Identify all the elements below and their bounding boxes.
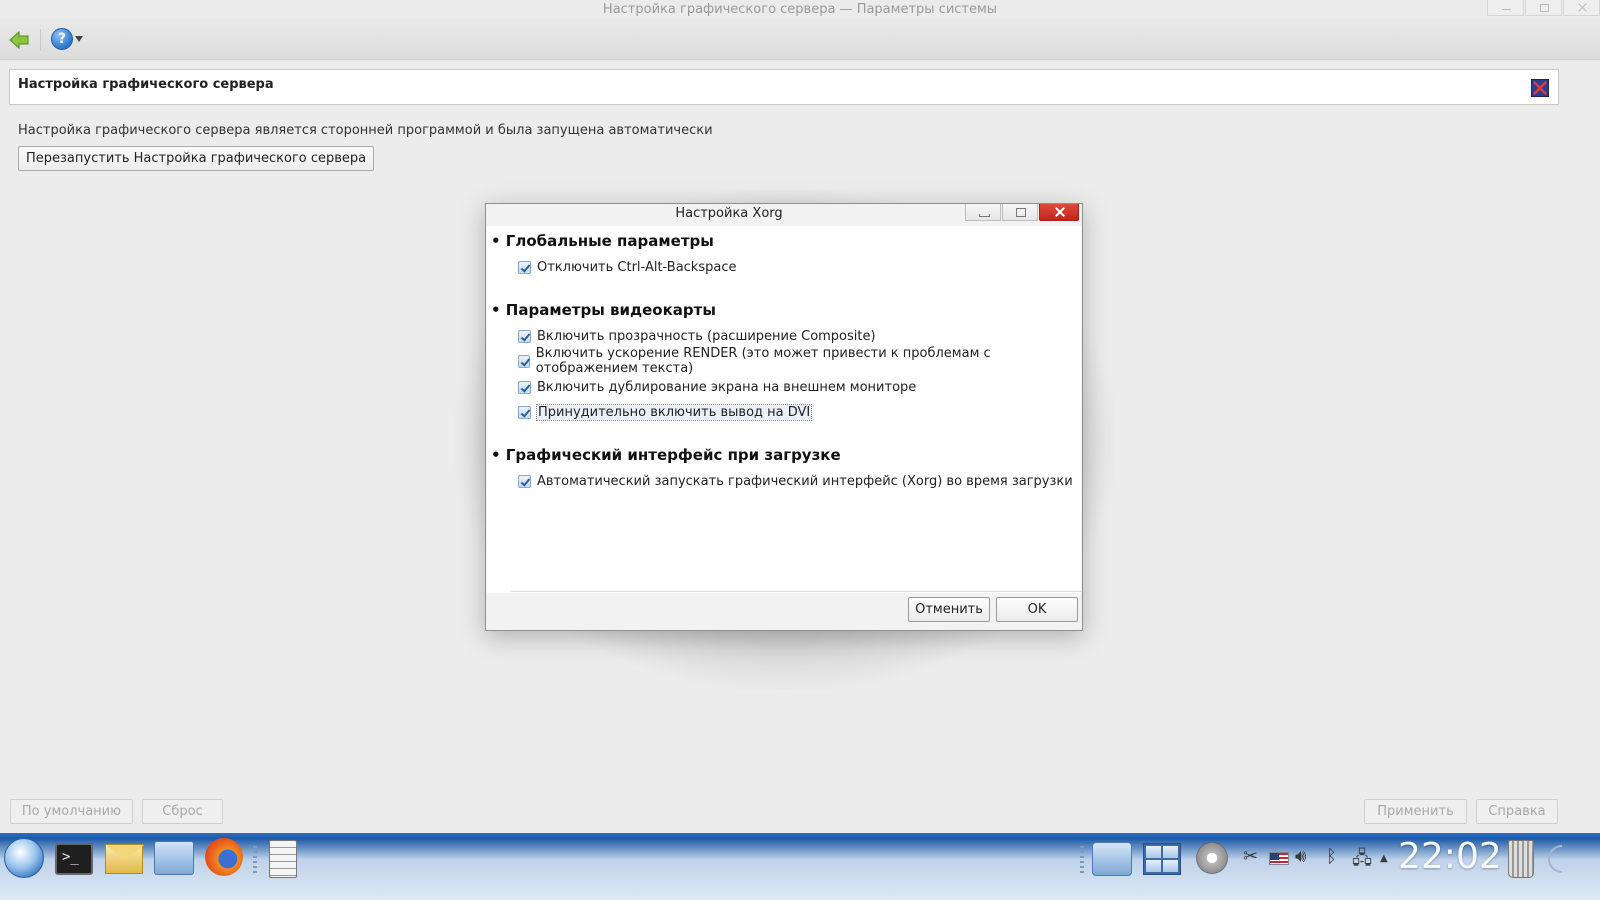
- reset-button[interactable]: Сброс: [142, 799, 223, 824]
- clock[interactable]: 22:02: [1398, 836, 1502, 877]
- pager-cell: [1146, 860, 1161, 872]
- dialog-title: Настройка Xorg: [675, 206, 783, 221]
- help-menu-button[interactable]: ?: [51, 28, 85, 52]
- checkbox-checked-icon[interactable]: [518, 474, 531, 488]
- dialog-titlebar: Настройка Xorg: [486, 204, 1082, 225]
- clipboard-scissors-icon[interactable]: ✂: [1243, 846, 1258, 867]
- dialog-maximize-button[interactable]: [1002, 204, 1038, 221]
- cancel-button[interactable]: Отменить: [908, 597, 990, 622]
- pager-cell: [1146, 846, 1161, 858]
- help-button[interactable]: Справка: [1476, 799, 1558, 824]
- maximize-button[interactable]: [1525, 0, 1562, 16]
- window-title: Настройка графического сервера — Парамет…: [602, 2, 998, 17]
- option-label: Принудительно включить вывод на DVI: [535, 403, 813, 421]
- us-flag-icon[interactable]: [1269, 852, 1289, 865]
- chevron-down-icon: [75, 36, 83, 42]
- module-header: Настройка графического сервера: [9, 69, 1559, 105]
- trash-icon[interactable]: [1508, 840, 1534, 878]
- dialog-separator: [511, 591, 1081, 592]
- pager-icon[interactable]: [1143, 843, 1181, 875]
- window-titlebar: Настройка графического сервера — Парамет…: [0, 0, 1600, 19]
- option-label: Автоматический запускать графический инт…: [537, 473, 1073, 489]
- network-icon[interactable]: 🖧︎: [1352, 846, 1372, 876]
- settings-icon[interactable]: [1192, 840, 1232, 876]
- workspace-icon[interactable]: [1092, 842, 1132, 876]
- toolbar: ?: [0, 19, 1600, 60]
- close-button[interactable]: [1563, 0, 1600, 16]
- xorg-dialog: Настройка Xorg • Глобальные параметры От…: [485, 203, 1083, 631]
- checkbox-checked-icon[interactable]: [518, 329, 531, 343]
- firefox-icon[interactable]: [205, 838, 243, 876]
- defaults-button[interactable]: По умолчанию: [10, 799, 133, 824]
- dialog-minimize-button[interactable]: [965, 204, 1001, 221]
- minimize-button[interactable]: [1487, 0, 1524, 16]
- option-enable-composite[interactable]: Включить прозрачность (расширение Compos…: [518, 327, 876, 345]
- option-force-dvi[interactable]: Принудительно включить вывод на DVI: [518, 403, 813, 421]
- terminal-icon[interactable]: >_: [55, 843, 93, 875]
- menu-orb-icon[interactable]: [4, 838, 44, 878]
- pager-cell: [1163, 846, 1178, 858]
- toolbar-separator: [40, 29, 41, 51]
- file-manager-icon[interactable]: [154, 841, 194, 875]
- option-autostart-xorg[interactable]: Автоматический запускать графический инт…: [518, 472, 1073, 490]
- section-global: • Глобальные параметры: [491, 232, 714, 250]
- pager-cell: [1163, 860, 1178, 872]
- panel-grip[interactable]: [253, 846, 257, 874]
- back-button[interactable]: [8, 29, 30, 51]
- dialog-close-button[interactable]: [1039, 204, 1079, 221]
- option-label: Отключить Ctrl-Alt-Backspace: [537, 259, 737, 275]
- dialog-content: • Глобальные параметры Отключить Ctrl-Al…: [487, 226, 1081, 593]
- help-icon: ?: [51, 28, 73, 50]
- option-disable-ctrl-alt-backspace[interactable]: Отключить Ctrl-Alt-Backspace: [518, 258, 736, 276]
- window-controls: [1486, 0, 1600, 19]
- option-enable-clone-mode[interactable]: Включить дублирование экрана на внешнем …: [518, 378, 916, 396]
- back-arrow-icon: [9, 30, 29, 50]
- option-label: Включить дублирование экрана на внешнем …: [537, 379, 917, 395]
- checkbox-checked-icon[interactable]: [518, 380, 531, 394]
- section-boot-gui: • Графический интерфейс при загрузке: [491, 446, 841, 464]
- drawer-icon[interactable]: [269, 840, 297, 878]
- dialog-window-controls: [964, 204, 1079, 221]
- mail-icon[interactable]: [105, 844, 144, 874]
- option-label: Включить ускорение RENDER (это может при…: [535, 346, 991, 376]
- info-text: Настройка графического сервера является …: [18, 123, 713, 138]
- panel-grip[interactable]: [1080, 846, 1084, 874]
- volume-icon[interactable]: 🔊︎: [1295, 846, 1306, 867]
- apply-button[interactable]: Применить: [1364, 799, 1467, 824]
- option-label: Включить прозрачность (расширение Compos…: [537, 328, 876, 344]
- restart-button[interactable]: Перезапустить Настройка графического сер…: [18, 146, 375, 171]
- tray-expand-icon[interactable]: ▲: [1380, 853, 1388, 864]
- section-video-card: • Параметры видеокарты: [491, 301, 716, 319]
- checkbox-checked-icon[interactable]: [518, 405, 531, 419]
- checkbox-checked-icon[interactable]: [518, 354, 530, 368]
- bluetooth-icon[interactable]: ᛒ: [1326, 846, 1337, 867]
- checkbox-checked-icon[interactable]: [518, 260, 531, 274]
- xorg-logo-icon: [1531, 79, 1549, 97]
- ok-button[interactable]: OK: [996, 597, 1078, 622]
- option-enable-render-accel[interactable]: Включить ускорение RENDER (это может при…: [518, 346, 1081, 376]
- page-title: Настройка графического сервера: [18, 77, 274, 92]
